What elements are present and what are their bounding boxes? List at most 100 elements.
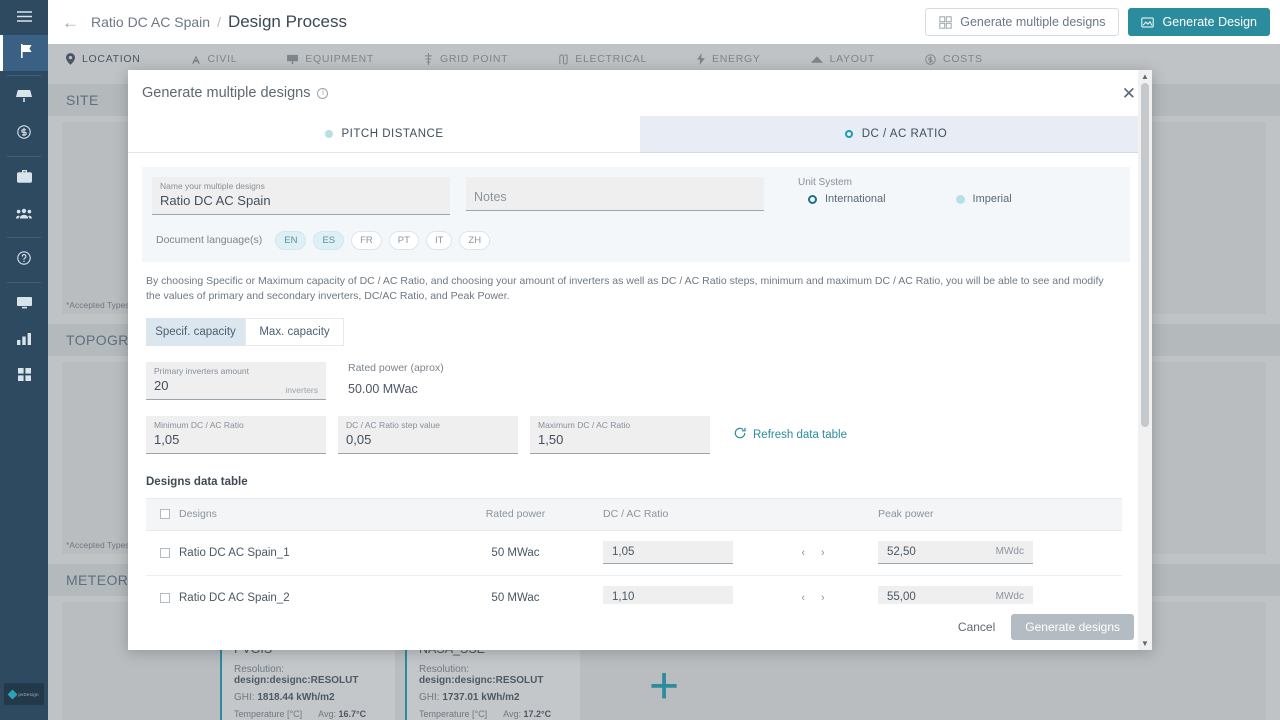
ghi-label: GHI:	[419, 692, 440, 703]
row-rated-power: 50 MWac	[491, 591, 540, 604]
rail-divider	[7, 156, 41, 157]
refresh-data-table-button[interactable]: Refresh data table	[734, 427, 847, 442]
step-value-input[interactable]: DC / AC Ratio step value 0,05	[338, 415, 518, 454]
page-title: Design Process	[227, 12, 348, 31]
app-logo: pvDesign	[0, 674, 48, 714]
document-languages-group: Document language(s) EN ES FR PT IT ZH	[152, 230, 1120, 250]
min-ratio-input[interactable]: Minimum DC / AC Ratio 1,05	[146, 415, 326, 454]
row-name-cell: Ratio DC AC Spain_2	[146, 592, 428, 604]
select-all-checkbox[interactable]	[160, 509, 170, 519]
sidebar-item-solar-panel[interactable]	[0, 80, 48, 116]
refresh-data-table-label: Refresh data table	[753, 428, 847, 441]
generate-designs-button[interactable]: Generate designs	[1011, 614, 1134, 640]
th-designs-label: Designs	[179, 508, 217, 520]
row-checkbox[interactable]	[160, 547, 170, 558]
tab-max-capacity[interactable]: Max. capacity	[245, 318, 344, 347]
primary-inverters-input[interactable]: Primary inverters amount 20 inverters	[146, 362, 326, 400]
card-resolution: Resolution: design:designc:RESOLUT	[234, 664, 385, 686]
scrollbar-thumb[interactable]	[1141, 83, 1149, 427]
scroll-up-icon[interactable]: ▲	[1141, 70, 1149, 83]
chevron-right-icon[interactable]: ›	[821, 592, 825, 604]
refresh-icon	[734, 427, 746, 442]
bar-chart-icon	[17, 332, 31, 350]
tab-pitch-distance[interactable]: PITCH DISTANCE	[128, 116, 640, 153]
chevron-right-icon[interactable]: ›	[821, 547, 825, 559]
hamburger-icon	[16, 9, 32, 27]
row-peak-cell: 55,00 MWdc	[878, 586, 1122, 604]
generate-multiple-designs-modal: Generate multiple designs i ✕ PITCH DIST…	[128, 70, 1152, 650]
lang-chip-en[interactable]: EN	[275, 230, 307, 250]
radio-selected-icon	[844, 130, 853, 138]
unit-system-imperial[interactable]: Imperial	[955, 193, 1012, 205]
bolt-icon	[697, 53, 706, 65]
chevron-left-icon[interactable]: ‹	[801, 592, 805, 604]
sidebar-item-team[interactable]	[0, 197, 48, 233]
cancel-button[interactable]: Cancel	[958, 620, 995, 634]
rated-power-label: Rated power (aprox)	[348, 362, 444, 375]
unit-system-international[interactable]: International	[808, 193, 886, 205]
chevron-left-icon[interactable]: ‹	[801, 547, 805, 559]
unit-system-options: International Imperial	[798, 193, 1012, 205]
sidebar-item-finance[interactable]	[0, 116, 48, 152]
monitor-icon	[16, 296, 32, 314]
sidebar-item-briefcase[interactable]	[0, 161, 48, 197]
modal-scrollbar[interactable]: ▲ ▼	[1138, 70, 1152, 650]
ghi-value: 1737.01 kWh/m2	[442, 692, 520, 703]
civil-icon	[191, 54, 201, 65]
max-ratio-input[interactable]: Maximum DC / AC Ratio 1,50	[530, 415, 710, 454]
generate-design-button[interactable]: Generate Design	[1128, 8, 1270, 36]
row-ratio-input[interactable]: 1,10	[603, 586, 733, 604]
resolution-value: design:designc:RESOLUT	[419, 675, 544, 686]
sidebar-item-menu[interactable]	[0, 0, 48, 35]
row-checkbox[interactable]	[160, 592, 170, 603]
tab-costs-label: COSTS	[943, 53, 983, 65]
top-bar: ← Ratio DC AC Spain / Design Process Gen…	[48, 0, 1280, 44]
row-ratio-input[interactable]: 1,05	[603, 541, 733, 564]
table-header-row: Designs Rated power DC / AC Ratio Peak p…	[146, 498, 1122, 531]
rail-divider	[7, 75, 41, 76]
design-name-label: Name your multiple designs	[160, 181, 265, 191]
breadcrumb-parent[interactable]: Ratio DC AC Spain	[91, 14, 210, 30]
lang-chip-fr[interactable]: FR	[351, 230, 382, 250]
dollar-icon	[925, 53, 936, 65]
dot-icon	[324, 130, 333, 138]
tab-dc-ac-ratio[interactable]: DC / AC RATIO	[640, 116, 1152, 153]
designs-data-table-title: Designs data table	[146, 475, 248, 488]
tower-icon	[424, 53, 433, 65]
tab-grid-point-label: GRID POINT	[440, 53, 509, 65]
close-icon[interactable]: ✕	[1122, 85, 1136, 102]
lang-chip-it[interactable]: IT	[425, 230, 453, 250]
arrow-left-icon[interactable]: ←	[62, 14, 79, 31]
sidebar-item-help[interactable]	[0, 242, 48, 278]
generate-multiple-designs-button[interactable]: Generate multiple designs	[925, 8, 1120, 36]
row-name: Ratio DC AC Spain_1	[179, 546, 290, 559]
table-row[interactable]: Ratio DC AC Spain_1 50 MWac 1,05 ‹ › 52,…	[146, 531, 1122, 576]
sidebar-item-analytics[interactable]	[0, 323, 48, 359]
plus-icon[interactable]: +	[649, 660, 679, 712]
row-peak-input[interactable]: 55,00 MWdc	[878, 586, 1033, 604]
info-icon[interactable]: i	[317, 87, 329, 99]
sidebar-item-grid[interactable]	[0, 359, 48, 395]
map-pin-icon	[66, 53, 75, 65]
tab-specific-capacity[interactable]: Specif. capacity	[146, 318, 245, 347]
design-name-input[interactable]: Name your multiple designs Ratio DC AC S…	[152, 177, 450, 215]
lang-chip-es[interactable]: ES	[313, 230, 345, 250]
row-peak-value: 55,00	[887, 591, 916, 603]
table-row[interactable]: Ratio DC AC Spain_2 50 MWac 1,10 ‹ › 55,…	[146, 576, 1122, 604]
th-peak-power: Peak power	[878, 508, 934, 520]
scroll-down-icon[interactable]: ▼	[1141, 637, 1149, 650]
sidebar-item-monitor[interactable]	[0, 287, 48, 323]
lang-chip-zh[interactable]: ZH	[459, 230, 491, 250]
notes-input[interactable]: Notes	[466, 177, 764, 211]
max-ratio-value: 1,50	[538, 432, 564, 447]
row-stepper: ‹ ›	[748, 592, 878, 604]
th-rated-power: Rated power	[485, 508, 546, 520]
lang-chip-pt[interactable]: PT	[388, 230, 419, 250]
modal-body: Name your multiple designs Ratio DC AC S…	[128, 153, 1152, 604]
ghi-value: 1818.44 kWh/m2	[257, 692, 335, 703]
resolution-value: design:designc:RESOLUT	[234, 675, 359, 686]
row-peak-input[interactable]: 52,50 MWdc	[878, 541, 1033, 564]
sidebar-item-flag[interactable]	[0, 35, 48, 71]
scrollbar-track[interactable]	[1138, 83, 1152, 637]
temp-label: Temperature [°C]	[234, 709, 303, 719]
